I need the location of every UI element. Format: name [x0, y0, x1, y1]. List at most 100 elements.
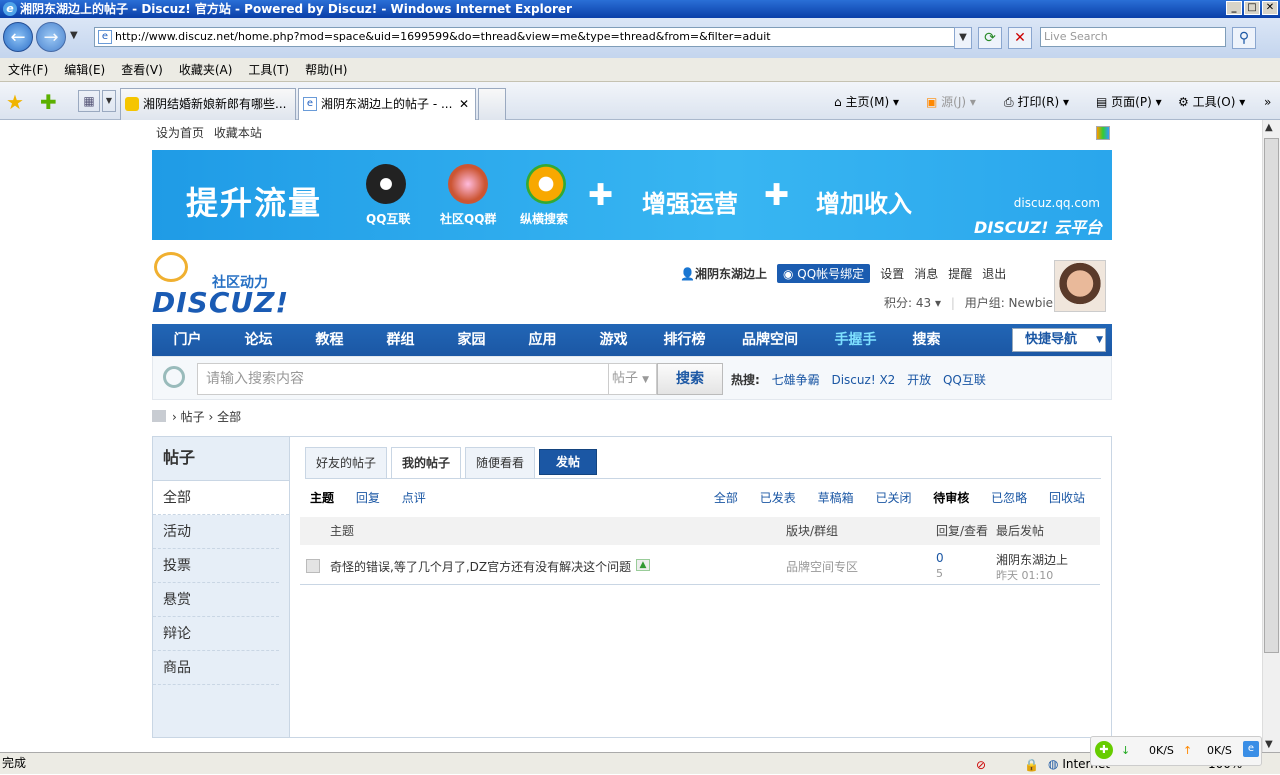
- hot-term[interactable]: 开放: [907, 373, 931, 387]
- notifications-link[interactable]: 提醒: [948, 265, 972, 282]
- logout-link[interactable]: 退出: [982, 265, 1006, 282]
- filter-recycle[interactable]: 回收站: [1049, 491, 1085, 505]
- thread-forum[interactable]: 品牌空间专区: [786, 558, 858, 575]
- nav-forum[interactable]: 论坛: [223, 324, 294, 356]
- subnav-replies[interactable]: 回复: [356, 491, 380, 505]
- username[interactable]: 👤湘阴东湖边上: [680, 265, 767, 282]
- thread-replies[interactable]: 0: [936, 551, 944, 565]
- sidebar-item-all[interactable]: 全部: [153, 481, 289, 515]
- settings-link[interactable]: 设置: [880, 265, 904, 282]
- menu-view[interactable]: 查看(V): [121, 61, 163, 78]
- sidebar-item-poll[interactable]: 投票: [153, 549, 279, 583]
- site-logo[interactable]: 社区动力 DISCUZ!: [152, 250, 292, 320]
- popup-blocker-icon[interactable]: ⊘: [976, 755, 986, 775]
- hot-term[interactable]: 七雄争霸: [772, 373, 820, 387]
- tab-my-threads[interactable]: 我的帖子: [391, 447, 462, 479]
- filter-all[interactable]: 全部: [714, 491, 738, 505]
- menu-help[interactable]: 帮助(H): [305, 61, 347, 78]
- widget-logo-icon: ✚: [1095, 741, 1113, 759]
- points-link[interactable]: 积分: 43 ▾: [884, 296, 941, 310]
- home-icon[interactable]: [152, 410, 166, 422]
- nav-search[interactable]: 搜索: [891, 324, 962, 356]
- qq-bind-button[interactable]: ◉ QQ帐号绑定: [776, 264, 871, 283]
- sidebar-item-reward[interactable]: 悬赏: [153, 583, 279, 617]
- nav-home[interactable]: 家园: [436, 324, 507, 356]
- back-button[interactable]: ←: [3, 22, 33, 52]
- user-group[interactable]: 用户组: Newbie: [965, 296, 1053, 310]
- search-button[interactable]: 搜索: [657, 363, 723, 395]
- history-dropdown-icon[interactable]: ▼: [70, 30, 78, 41]
- favorites-star-icon[interactable]: ★: [6, 90, 24, 114]
- print-button[interactable]: ⎙ 打印(R) ▾: [1004, 92, 1069, 112]
- feeds-button[interactable]: ▣ 源(J) ▾: [926, 92, 976, 112]
- filter-closed[interactable]: 已关闭: [875, 491, 911, 505]
- forward-button[interactable]: →: [36, 22, 66, 52]
- menu-edit[interactable]: 编辑(E): [64, 61, 105, 78]
- scroll-down-icon[interactable]: ▼: [1265, 739, 1273, 750]
- scroll-up-icon[interactable]: ▲: [1265, 122, 1273, 133]
- address-dropdown-button[interactable]: ▼: [954, 27, 972, 49]
- subnav-comments[interactable]: 点评: [402, 491, 426, 505]
- tools-menu-button[interactable]: ⚙ 工具(O) ▾: [1178, 92, 1245, 112]
- hot-term[interactable]: Discuz! X2: [831, 373, 895, 387]
- thread-title[interactable]: 奇怪的错误,等了几个月了,DZ官方还有没有解决这个问题: [330, 558, 631, 575]
- nav-groups[interactable]: 群组: [365, 324, 436, 356]
- filter-ignored[interactable]: 已忽略: [991, 491, 1027, 505]
- security-icon[interactable]: 🔒: [1024, 755, 1039, 775]
- breadcrumb-item[interactable]: 帖子: [181, 410, 205, 424]
- new-tab-button[interactable]: [478, 88, 506, 120]
- maximize-button[interactable]: □: [1244, 1, 1260, 15]
- speed-widget[interactable]: ✚ ↓ 0K/S ↑ 0K/S e: [1090, 736, 1262, 766]
- page-menu-button[interactable]: ▤ 页面(P) ▾: [1096, 92, 1162, 112]
- bookmark-site-link[interactable]: 收藏本站: [214, 126, 262, 140]
- sidebar-item-debate[interactable]: 辩论: [153, 617, 279, 651]
- set-homepage-link[interactable]: 设为首页: [156, 126, 204, 140]
- menu-file[interactable]: 文件(F): [8, 61, 48, 78]
- stop-button[interactable]: ✕: [1008, 27, 1032, 49]
- close-window-button[interactable]: ✕: [1262, 1, 1278, 15]
- minimize-button[interactable]: _: [1226, 1, 1242, 15]
- browser-tab-1[interactable]: 湘阴结婚新娘新郎有哪些...: [120, 88, 296, 120]
- search-input[interactable]: 请输入搜索内容: [197, 363, 609, 395]
- subnav-topics[interactable]: 主题: [310, 491, 334, 505]
- scroll-thumb[interactable]: [1264, 138, 1279, 653]
- address-input[interactable]: e http://www.discuz.net/home.php?mod=spa…: [94, 27, 972, 47]
- last-post-user[interactable]: 湘阴东湖边上: [996, 551, 1068, 568]
- close-tab-icon[interactable]: ✕: [459, 89, 469, 119]
- refresh-button[interactable]: ⟳: [978, 27, 1002, 49]
- filter-pending[interactable]: 待审核: [933, 491, 969, 505]
- nav-games[interactable]: 游戏: [578, 324, 649, 356]
- filter-drafts[interactable]: 草稿箱: [818, 491, 854, 505]
- nav-apps[interactable]: 应用: [507, 324, 578, 356]
- nav-brand-space[interactable]: 品牌空间: [720, 324, 820, 356]
- search-type-select[interactable]: 帖子 ▼: [609, 363, 657, 395]
- quick-nav-button[interactable]: 快捷导航 ▼: [1012, 328, 1106, 352]
- avatar[interactable]: [1054, 260, 1106, 312]
- toolbar-overflow-icon[interactable]: »: [1264, 92, 1271, 112]
- menu-favorites[interactable]: 收藏夹(A): [179, 61, 233, 78]
- nav-tutorial[interactable]: 教程: [294, 324, 365, 356]
- tab-list-dropdown-icon[interactable]: ▼: [102, 90, 116, 112]
- menu-tools[interactable]: 工具(T): [248, 61, 289, 78]
- sidebar-item-goods[interactable]: 商品: [153, 651, 279, 685]
- add-favorite-icon[interactable]: ✚: [40, 90, 57, 114]
- search-icon[interactable]: ⚲: [1232, 27, 1256, 49]
- filter-published[interactable]: 已发表: [760, 491, 796, 505]
- tab-friends-threads[interactable]: 好友的帖子: [305, 447, 388, 479]
- live-search-input[interactable]: Live Search: [1040, 27, 1226, 47]
- quick-tabs-icon[interactable]: ▦: [78, 90, 100, 112]
- nav-portal[interactable]: 门户: [152, 324, 223, 356]
- home-button[interactable]: ⌂ 主页(M) ▾: [834, 92, 899, 112]
- browser-tab-2[interactable]: e 湘阴东湖边上的帖子 - ... ✕: [298, 88, 476, 120]
- nav-ranking[interactable]: 排行榜: [649, 324, 720, 356]
- vertical-scrollbar[interactable]: ▲ ▼: [1262, 120, 1280, 752]
- tab-random[interactable]: 随便看看: [465, 447, 536, 479]
- sidebar-item-activity[interactable]: 活动: [153, 515, 279, 549]
- nav-handshake[interactable]: 手握手: [820, 324, 891, 356]
- messages-link[interactable]: 消息: [914, 265, 938, 282]
- style-switch-icon[interactable]: [1096, 126, 1110, 140]
- new-post-button[interactable]: 发帖: [539, 449, 598, 475]
- banner-ad[interactable]: 提升流量 QQ互联 社区QQ群 纵横搜索 ✚ 增强运营 ✚ 增加收入 discu…: [152, 150, 1112, 240]
- hot-term[interactable]: QQ互联: [943, 373, 986, 387]
- hot-search: 热搜: 七雄争霸 Discuz! X2 开放 QQ互联: [731, 371, 994, 388]
